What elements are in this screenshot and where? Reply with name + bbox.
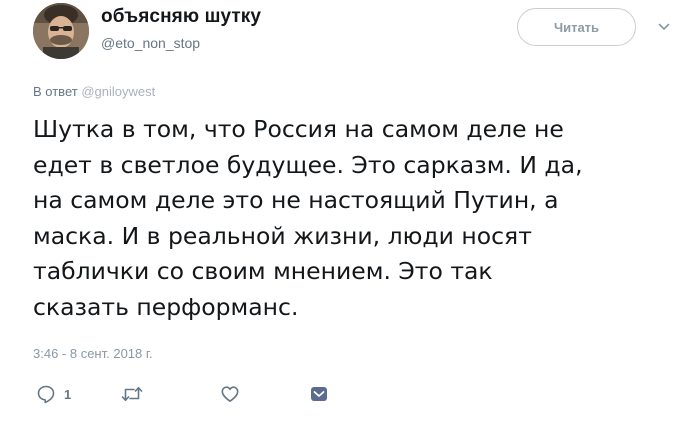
reply-icon: [36, 384, 56, 404]
like-button[interactable]: [220, 383, 240, 405]
tweet-text-line: таблички со своим мнением. Это так: [33, 257, 493, 285]
tweet: объясняю шутку @eto_non_stop Читать В от…: [0, 0, 700, 429]
reply-context: В ответ @gniloywest: [33, 84, 155, 99]
user-handle[interactable]: @eto_non_stop: [101, 35, 200, 51]
reply-button[interactable]: 1: [36, 383, 71, 405]
tweet-text-line: на самом деле это не настоящий Путин, а: [33, 186, 559, 214]
retweet-icon: [121, 384, 143, 404]
tweet-actions: 1: [33, 383, 353, 405]
retweet-button[interactable]: [121, 383, 143, 405]
reply-count: 1: [64, 386, 72, 402]
direct-message-icon: [310, 385, 328, 403]
tweet-text-line: маска. И в реальной жизни, люди носят: [33, 221, 532, 250]
like-icon: [220, 384, 240, 404]
reply-prefix: В ответ: [33, 84, 78, 99]
chevron-down-icon[interactable]: [658, 20, 670, 32]
tweet-text: Шутка в том, что Россия на самом деле не…: [33, 112, 673, 325]
display-name[interactable]: объясняю шутку: [101, 6, 261, 28]
tweet-text-line: едет в светлое будущее. Это сарказм. И д…: [33, 150, 583, 179]
direct-message-button[interactable]: [310, 383, 328, 405]
tweet-text-line: сказать перформанс.: [33, 292, 299, 321]
reply-user-link[interactable]: @gniloywest: [81, 84, 155, 99]
avatar[interactable]: [33, 3, 89, 59]
tweet-timestamp[interactable]: 3:46 - 8 сент. 2018 г.: [33, 346, 153, 361]
follow-button[interactable]: Читать: [517, 8, 636, 46]
tweet-text-line: Шутка в том, что Россия на самом деле не: [33, 115, 564, 143]
